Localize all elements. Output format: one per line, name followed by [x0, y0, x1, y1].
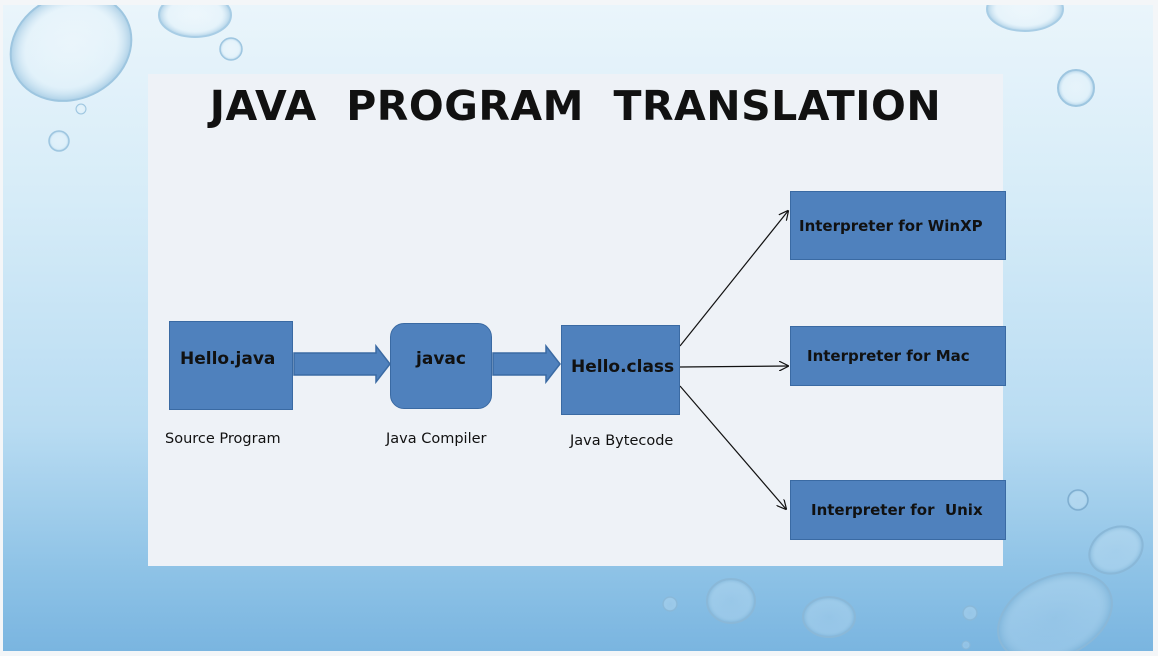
arrow-to-interpreter-winxp	[679, 211, 788, 347]
source-caption: Source Program	[165, 431, 281, 447]
block-arrow-compiler-to-bytecode	[492, 343, 561, 385]
interpreter-winxp-box: Interpreter for WinXP	[790, 191, 1006, 260]
source-file-box: Hello.java	[169, 321, 293, 410]
slide: JAVA PROGRAM TRANSLATION Hello.java java…	[3, 5, 1153, 651]
bytecode-caption: Java Bytecode	[570, 433, 674, 449]
compiler-caption: Java Compiler	[386, 431, 487, 447]
bytecode-box: Hello.class	[561, 325, 680, 415]
arrow-to-interpreter-mac	[679, 366, 788, 367]
arrow-to-interpreter-unix	[679, 385, 786, 509]
diagram-panel: JAVA PROGRAM TRANSLATION Hello.java java…	[148, 74, 1006, 566]
block-arrow-source-to-compiler	[293, 343, 391, 385]
interpreter-unix-box: Interpreter for Unix	[790, 480, 1006, 540]
compiler-box: javac	[390, 323, 492, 409]
interpreter-mac-box: Interpreter for Mac	[790, 326, 1006, 386]
